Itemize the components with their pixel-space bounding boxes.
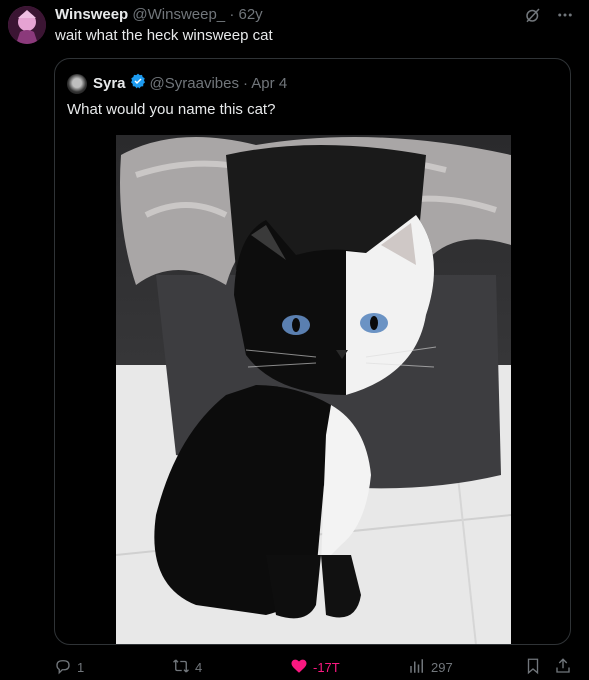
share-icon bbox=[554, 657, 572, 678]
verified-badge-icon bbox=[130, 73, 146, 94]
bookmark-button[interactable] bbox=[524, 656, 542, 678]
reply-count: 1 bbox=[77, 659, 85, 675]
repost-count: 4 bbox=[195, 659, 203, 675]
views-icon bbox=[408, 657, 426, 678]
post-text: wait what the heck winsweep cat bbox=[55, 27, 273, 44]
post-header: Winsweep @Winsweep_ · 62y bbox=[55, 6, 263, 24]
heart-icon bbox=[290, 657, 308, 678]
quoted-post-time[interactable]: · Apr 4 bbox=[243, 75, 287, 93]
like-count: -17T bbox=[313, 659, 340, 675]
views-button[interactable]: 297 bbox=[408, 656, 453, 678]
post[interactable]: Winsweep @Winsweep_ · 62y wait what the … bbox=[0, 0, 589, 680]
quoted-author-avatar[interactable] bbox=[67, 73, 87, 94]
quoted-post-text: What would you name this cat? bbox=[67, 101, 276, 118]
quoted-post-header: Syra @Syraavibes · Apr 4 bbox=[67, 73, 287, 94]
author-handle[interactable]: @Winsweep_ bbox=[132, 6, 225, 23]
view-count: 297 bbox=[431, 659, 453, 675]
author-avatar[interactable] bbox=[8, 6, 46, 44]
like-button[interactable]: -17T bbox=[290, 656, 340, 678]
repost-icon bbox=[172, 657, 190, 678]
quoted-author-name[interactable]: Syra bbox=[93, 75, 126, 93]
reply-icon bbox=[54, 657, 72, 678]
post-time[interactable]: · 62y bbox=[229, 6, 262, 23]
repost-button[interactable]: 4 bbox=[172, 656, 202, 678]
more-icon[interactable] bbox=[555, 5, 575, 25]
grok-icon[interactable] bbox=[523, 5, 543, 25]
reply-button[interactable]: 1 bbox=[54, 656, 84, 678]
post-top-actions bbox=[523, 5, 575, 25]
author-name[interactable]: Winsweep bbox=[55, 6, 128, 23]
share-button[interactable] bbox=[554, 656, 572, 678]
bookmark-icon bbox=[524, 657, 542, 678]
quoted-post[interactable]: Syra @Syraavibes · Apr 4 What would you … bbox=[54, 58, 571, 645]
post-actions: 1 4 -17T 297 bbox=[54, 656, 575, 678]
cat-photo[interactable] bbox=[116, 135, 511, 644]
quoted-author-handle[interactable]: @Syraavibes bbox=[150, 75, 239, 93]
